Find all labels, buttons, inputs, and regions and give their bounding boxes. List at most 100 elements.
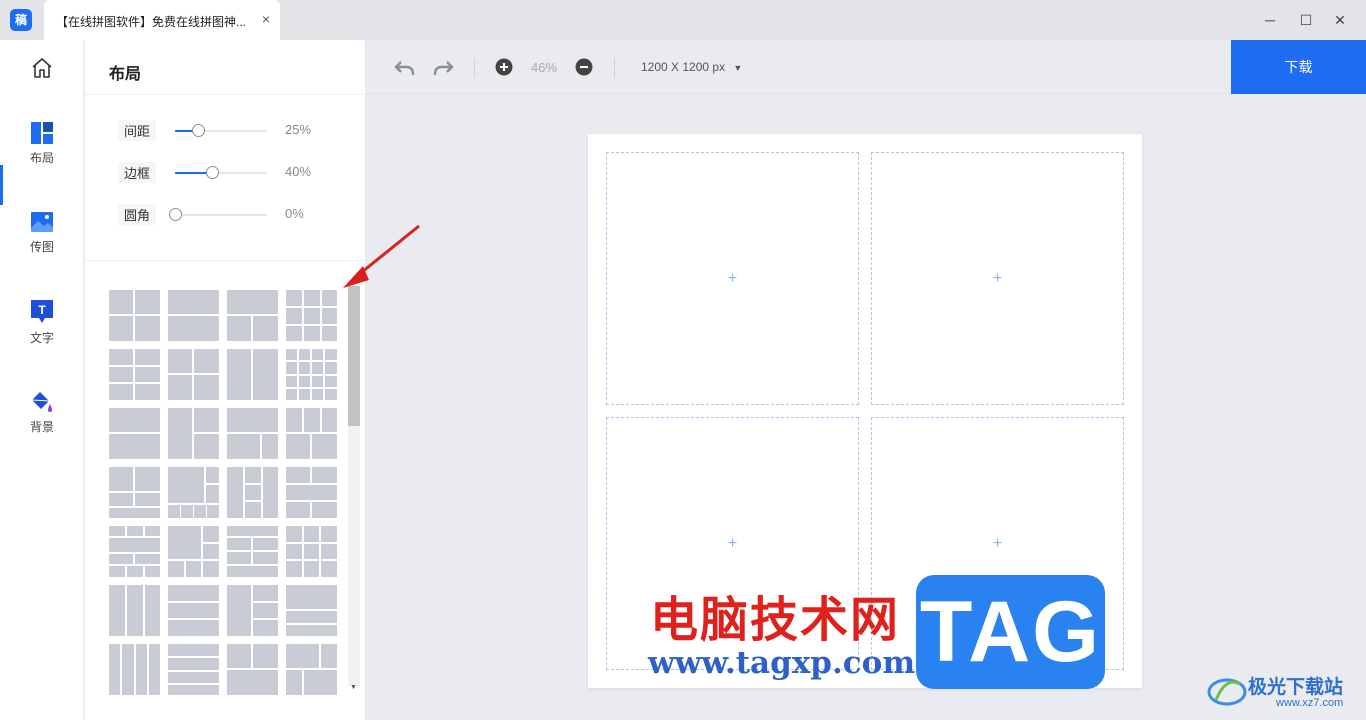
canvas-size-dropdown[interactable]: 1200 X 1200 px ▼ bbox=[641, 60, 742, 74]
layout-template-thumbnail[interactable] bbox=[286, 290, 337, 341]
slider-value: 40% bbox=[285, 164, 312, 179]
layout-template-thumbnail[interactable] bbox=[109, 349, 160, 400]
collage-cell[interactable]: + bbox=[606, 152, 859, 405]
corner-slider-track[interactable] bbox=[169, 208, 267, 221]
undo-button[interactable] bbox=[394, 57, 416, 79]
zoom-in-button[interactable] bbox=[494, 57, 516, 79]
canvas-size-value: 1200 X 1200 px bbox=[641, 60, 726, 74]
nav-item-layout[interactable]: 布局 bbox=[0, 121, 84, 166]
layout-preview-icon bbox=[168, 290, 219, 341]
layout-preview-icon bbox=[168, 349, 219, 400]
xz7-logo-icon bbox=[1207, 678, 1247, 706]
left-nav: 布局 传图 T 文字 背景 bbox=[0, 40, 84, 720]
layout-template-thumbnail[interactable] bbox=[286, 526, 337, 577]
scroll-down-icon[interactable]: ▼ bbox=[350, 684, 357, 691]
layout-template-thumbnail[interactable] bbox=[109, 644, 160, 695]
layout-template-thumbnail[interactable] bbox=[286, 408, 337, 459]
spacing-slider-track[interactable] bbox=[175, 124, 267, 137]
layout-panel: 布局 间距 25% 边框 40% 圆角 0% ▼ bbox=[85, 40, 420, 720]
layout-preview-icon bbox=[227, 290, 278, 341]
minimize-button[interactable]: ─ bbox=[1260, 10, 1280, 30]
layout-template-thumbnail[interactable] bbox=[286, 349, 337, 400]
layout-preview-icon bbox=[109, 526, 160, 577]
layout-template-thumbnail[interactable] bbox=[286, 585, 337, 636]
layout-preview-icon bbox=[168, 467, 219, 518]
editor-toolbar: 46% 1200 X 1200 px ▼ 下载 bbox=[366, 40, 1366, 94]
layout-preview-icon bbox=[227, 585, 278, 636]
layout-template-thumbnail[interactable] bbox=[227, 349, 278, 400]
collage-cell[interactable]: + bbox=[871, 152, 1124, 405]
slider-value: 0% bbox=[285, 206, 304, 221]
layout-template-thumbnail[interactable] bbox=[286, 644, 337, 695]
layout-template-thumbnail[interactable] bbox=[109, 467, 160, 518]
layout-preview-icon bbox=[109, 644, 160, 695]
layout-template-thumbnail[interactable] bbox=[227, 408, 278, 459]
layout-preview-icon bbox=[286, 526, 337, 577]
download-button[interactable]: 下载 bbox=[1231, 40, 1366, 94]
border-slider-handle[interactable] bbox=[205, 166, 219, 179]
divider bbox=[85, 94, 365, 95]
layout-preview-icon bbox=[168, 408, 219, 459]
image-upload-icon bbox=[31, 212, 53, 232]
layout-template-thumbnail[interactable] bbox=[168, 644, 219, 695]
layout-template-thumbnail[interactable] bbox=[168, 349, 219, 400]
toolbar-separator bbox=[614, 58, 615, 78]
nav-item-text[interactable]: T 文字 bbox=[0, 299, 84, 346]
add-image-icon: + bbox=[992, 534, 1003, 552]
layout-preview-icon bbox=[286, 349, 337, 400]
nav-home[interactable] bbox=[0, 56, 84, 80]
layout-preview-icon bbox=[168, 526, 219, 577]
layout-preview-icon bbox=[286, 585, 337, 636]
slider-label: 圆角 bbox=[118, 204, 157, 225]
add-image-icon: + bbox=[992, 269, 1003, 287]
layout-template-thumbnail[interactable] bbox=[227, 526, 278, 577]
layout-template-thumbnail[interactable] bbox=[168, 526, 219, 577]
zoom-level: 46% bbox=[531, 60, 558, 75]
layout-template-thumbnail[interactable] bbox=[109, 585, 160, 636]
layout-template-thumbnail[interactable] bbox=[168, 467, 219, 518]
layout-preview-icon bbox=[168, 644, 219, 695]
layout-preview-icon bbox=[109, 467, 160, 518]
nav-item-background[interactable]: 背景 bbox=[0, 388, 84, 435]
slider-border: 边框 40% bbox=[85, 160, 365, 184]
layout-template-thumbnail[interactable] bbox=[109, 290, 160, 341]
layout-template-thumbnail[interactable] bbox=[227, 467, 278, 518]
border-slider-track[interactable] bbox=[175, 166, 267, 179]
spacing-slider-handle[interactable] bbox=[192, 124, 205, 137]
layout-template-thumbnail[interactable] bbox=[286, 467, 337, 518]
layout-preview-icon bbox=[227, 644, 278, 695]
browser-tab[interactable]: 【在线拼图软件】免费在线拼图神... × bbox=[44, 0, 280, 40]
redo-button[interactable] bbox=[432, 57, 454, 79]
close-window-button[interactable]: ✕ bbox=[1330, 10, 1350, 30]
corner-slider-handle[interactable] bbox=[169, 208, 182, 221]
nav-item-upload[interactable]: 传图 bbox=[0, 210, 84, 255]
maximize-button[interactable]: ☐ bbox=[1296, 10, 1316, 30]
home-icon bbox=[32, 58, 52, 78]
watermark-site-url: www.tagxp.com bbox=[648, 645, 916, 681]
nav-active-indicator bbox=[0, 165, 3, 205]
layout-template-thumbnail[interactable] bbox=[227, 290, 278, 341]
layout-template-thumbnail[interactable] bbox=[227, 644, 278, 695]
nav-label: 文字 bbox=[29, 331, 54, 345]
scrollbar-thumb[interactable] bbox=[348, 286, 360, 426]
slider-label: 边框 bbox=[118, 162, 157, 183]
tab-title: 【在线拼图软件】免费在线拼图神... bbox=[56, 15, 246, 29]
layout-template-thumbnail[interactable] bbox=[168, 585, 219, 636]
zoom-in-icon bbox=[495, 58, 513, 76]
watermark-logo-url: www.xz7.com bbox=[1276, 697, 1344, 709]
layout-template-thumbnail[interactable] bbox=[168, 290, 219, 341]
layout-template-thumbnail[interactable] bbox=[109, 526, 160, 577]
add-image-icon: + bbox=[727, 534, 738, 552]
layout-preview-icon bbox=[109, 585, 160, 636]
layout-template-thumbnail[interactable] bbox=[227, 585, 278, 636]
zoom-out-button[interactable] bbox=[574, 57, 596, 79]
layout-preview-icon bbox=[227, 349, 278, 400]
layout-template-thumbnail[interactable] bbox=[168, 408, 219, 459]
tab-close-icon[interactable]: × bbox=[262, 11, 270, 27]
slider-label: 间距 bbox=[118, 120, 157, 141]
layout-template-thumbnail[interactable] bbox=[109, 408, 160, 459]
layout-scrollbar[interactable]: ▼ bbox=[347, 280, 361, 700]
slider-spacing: 间距 25% bbox=[85, 118, 365, 142]
add-image-icon: + bbox=[727, 269, 738, 287]
layout-template-grid bbox=[109, 290, 339, 695]
